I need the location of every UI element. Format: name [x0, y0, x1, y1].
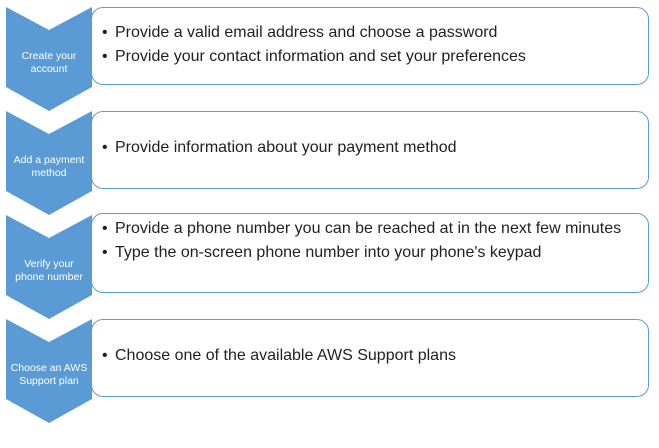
- step-detail-box: • Provide a phone number you can be reach…: [91, 213, 649, 293]
- step-add-payment: Add a payment method • Provide informatio…: [0, 111, 659, 215]
- bullet-dot: •: [102, 48, 108, 65]
- step-detail-box: • Provide a valid email address and choos…: [91, 7, 649, 85]
- step-label: Create your account: [21, 50, 77, 75]
- bullet-dot: •: [102, 347, 108, 364]
- bullet-dot: •: [102, 24, 108, 41]
- bullet-dot: •: [102, 139, 108, 156]
- step-verify-phone: Verify your phone number • Provide a phon…: [0, 213, 659, 319]
- step-label: Choose an AWS Support plan: [10, 362, 88, 387]
- step-label: Add a payment method: [13, 154, 85, 179]
- bullet-item: • Provide your contact information and se…: [102, 48, 526, 65]
- step-detail-box: • Provide information about your payment …: [91, 111, 649, 189]
- bullet-item: • Provide a valid email address and choos…: [102, 24, 498, 41]
- step-create-account: Create your account • Provide a valid ema…: [0, 7, 659, 111]
- bullet-dot: •: [102, 220, 108, 237]
- process-flow-diagram: Create your account • Provide a valid ema…: [0, 0, 659, 448]
- bullet-item: • Choose one of the available AWS Support…: [102, 347, 456, 364]
- bullet-item: • Provide information about your payment …: [102, 139, 457, 156]
- step-detail-box: • Choose one of the available AWS Support…: [91, 319, 649, 397]
- step-label: Verify your phone number: [15, 258, 83, 283]
- bullet-dot: •: [102, 244, 108, 261]
- bullet-item: • Type the on-screen phone number into yo…: [102, 244, 542, 261]
- bullet-item: • Provide a phone number you can be reach…: [102, 220, 622, 237]
- step-support-plan: Choose an AWS Support plan • Choose one o…: [0, 319, 659, 423]
